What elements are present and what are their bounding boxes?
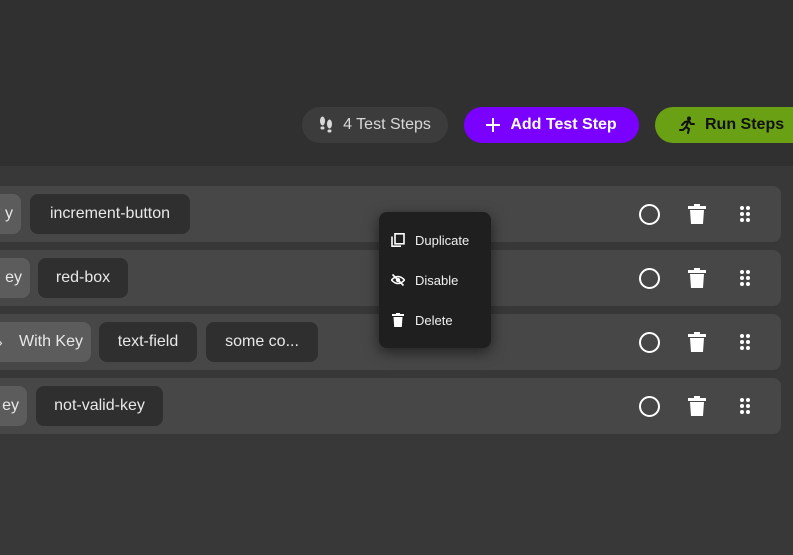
step-value-chip[interactable]: increment-button bbox=[30, 194, 190, 234]
step-finder-chip[interactable]: › With Key bbox=[0, 322, 91, 362]
test-steps-count-badge: 4 Test Steps bbox=[302, 107, 448, 143]
step-value-chip[interactable]: not-valid-key bbox=[36, 386, 163, 426]
chevron-right-icon: › bbox=[0, 334, 3, 350]
trash-icon bbox=[392, 313, 404, 327]
test-steps-count-label: 4 Test Steps bbox=[343, 116, 431, 133]
trash-icon[interactable] bbox=[688, 396, 706, 416]
circle-toggle-icon[interactable] bbox=[639, 332, 660, 353]
drag-handle-icon[interactable] bbox=[739, 333, 751, 351]
footsteps-icon bbox=[320, 116, 333, 133]
trash-icon[interactable] bbox=[688, 268, 706, 288]
copy-icon bbox=[391, 233, 405, 247]
running-person-icon bbox=[679, 116, 695, 134]
add-test-step-button[interactable]: Add Test Step bbox=[464, 107, 639, 143]
trash-icon[interactable] bbox=[688, 204, 706, 224]
step-finder-chip[interactable]: y bbox=[0, 194, 21, 234]
menu-item-label: Disable bbox=[415, 272, 459, 288]
step-value-chip[interactable]: text-field bbox=[99, 322, 197, 362]
trash-icon[interactable] bbox=[688, 332, 706, 352]
menu-item-disable[interactable]: Disable bbox=[379, 260, 491, 300]
step-input-chip[interactable]: some co... bbox=[206, 322, 318, 362]
drag-handle-icon[interactable] bbox=[739, 205, 751, 223]
test-step-row[interactable]: ey not-valid-key bbox=[0, 378, 781, 434]
step-value-chip[interactable]: red-box bbox=[38, 258, 128, 298]
menu-item-label: Delete bbox=[415, 312, 453, 328]
drag-handle-icon[interactable] bbox=[739, 269, 751, 287]
plus-icon bbox=[486, 118, 501, 132]
menu-item-duplicate[interactable]: Duplicate bbox=[379, 220, 491, 260]
menu-item-label: Duplicate bbox=[415, 232, 470, 248]
step-finder-chip[interactable]: ey bbox=[0, 258, 30, 298]
eye-off-icon bbox=[391, 273, 405, 287]
run-steps-button[interactable]: Run Steps bbox=[655, 107, 793, 143]
step-finder-label: With Key bbox=[18, 333, 83, 350]
circle-toggle-icon[interactable] bbox=[639, 204, 660, 225]
drag-handle-icon[interactable] bbox=[739, 397, 751, 415]
menu-item-delete[interactable]: Delete bbox=[379, 300, 491, 340]
add-test-step-label: Add Test Step bbox=[510, 116, 617, 133]
circle-toggle-icon[interactable] bbox=[639, 268, 660, 289]
step-context-menu: Duplicate Disable Delete bbox=[379, 212, 491, 348]
run-steps-label: Run Steps bbox=[705, 116, 785, 133]
circle-toggle-icon[interactable] bbox=[639, 396, 660, 417]
step-finder-chip[interactable]: ey bbox=[0, 386, 27, 426]
